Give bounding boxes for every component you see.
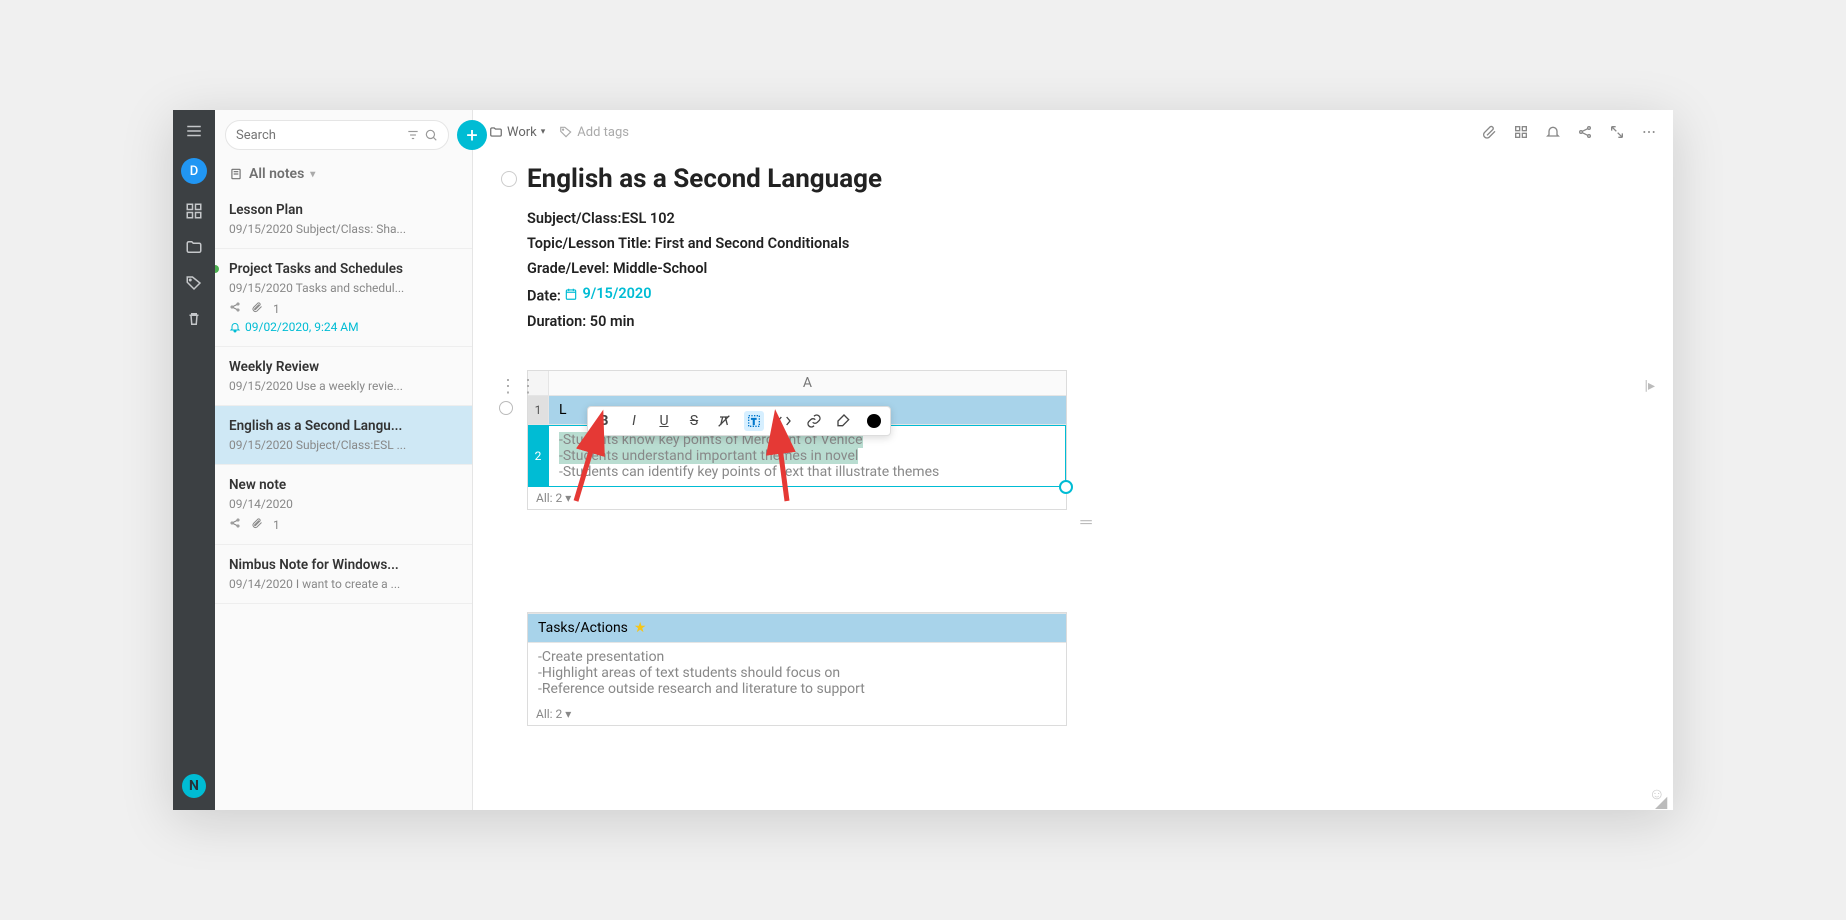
folder-icon[interactable] bbox=[185, 238, 203, 256]
share-icon bbox=[229, 301, 241, 316]
table-cell[interactable]: Tasks/Actions ★ bbox=[528, 614, 1066, 642]
textcolor-button[interactable]: T bbox=[744, 411, 764, 431]
notes-list[interactable]: Lesson Plan 09/15/2020 Subject/Class: Sh… bbox=[215, 190, 472, 810]
tag-icon bbox=[559, 125, 573, 139]
attach-count: 1 bbox=[273, 518, 280, 532]
emoji-icon[interactable]: ☺ bbox=[1649, 784, 1665, 804]
search-icon[interactable] bbox=[424, 128, 438, 142]
app-logo[interactable]: N bbox=[182, 774, 206, 798]
bold-button[interactable]: B bbox=[594, 411, 614, 431]
code-button[interactable] bbox=[774, 411, 794, 431]
note-subtitle: 09/15/2020 Tasks and schedul... bbox=[229, 281, 458, 295]
note-subtitle: 09/15/2020 Use a weekly revie... bbox=[229, 379, 458, 393]
selection-handle[interactable] bbox=[1059, 480, 1073, 494]
notes-panel: + All notes ▾ Lesson Plan 09/15/2020 Sub… bbox=[215, 110, 473, 810]
hamburger-icon[interactable] bbox=[185, 122, 203, 140]
note-item[interactable]: Nimbus Note for Windows... 09/14/2020 I … bbox=[215, 545, 472, 604]
date-link[interactable]: 9/15/2020 bbox=[564, 285, 651, 302]
add-tags[interactable]: Add tags bbox=[559, 125, 629, 140]
share-icon bbox=[229, 517, 241, 532]
highlight-button[interactable] bbox=[834, 411, 854, 431]
note-title: English as a Second Langu... bbox=[229, 418, 458, 434]
attach-icon[interactable] bbox=[1481, 124, 1497, 140]
all-notes-dropdown[interactable]: All notes ▾ bbox=[215, 156, 472, 190]
color-dot[interactable] bbox=[864, 411, 884, 431]
clear-format-button[interactable] bbox=[714, 411, 734, 431]
attach-icon bbox=[251, 517, 263, 532]
search-field[interactable] bbox=[236, 128, 402, 143]
link-button[interactable] bbox=[804, 411, 824, 431]
todo-circle[interactable] bbox=[501, 171, 517, 187]
note-item[interactable]: New note 09/14/2020 1 bbox=[215, 465, 472, 545]
apps-icon[interactable] bbox=[1513, 124, 1529, 140]
table-block-2: Tasks/Actions ★ -Create presentation -Hi… bbox=[527, 612, 1645, 726]
tag-icon[interactable] bbox=[185, 274, 203, 292]
page-title[interactable]: English as a Second Language bbox=[527, 164, 882, 194]
breadcrumb-folder: Work bbox=[507, 125, 537, 140]
bell-icon[interactable] bbox=[1545, 124, 1561, 140]
expand-icon[interactable] bbox=[1609, 124, 1625, 140]
status-dot bbox=[215, 265, 219, 273]
editor-topbar: Work ▾ Add tags bbox=[473, 110, 1673, 154]
grid-icon[interactable] bbox=[185, 202, 203, 220]
avatar[interactable]: D bbox=[181, 158, 207, 184]
note-item[interactable]: English as a Second Langu... 09/15/2020 … bbox=[215, 406, 472, 465]
table-cell[interactable]: -Create presentation -Highlight areas of… bbox=[528, 643, 1066, 703]
note-subtitle: 09/14/2020 I want to create a ... bbox=[229, 577, 458, 591]
editor-body[interactable]: English as a Second Language Subject/Cla… bbox=[473, 154, 1673, 810]
underline-button[interactable]: U bbox=[654, 411, 674, 431]
breadcrumb[interactable]: Work ▾ bbox=[489, 125, 545, 140]
table-block-1: ⋮⋮ |▸ A 1L 2 -Students know key points o… bbox=[527, 370, 1645, 532]
all-notes-label: All notes bbox=[249, 166, 304, 182]
more-icon[interactable] bbox=[1641, 124, 1657, 140]
note-subtitle: 09/15/2020 Subject/Class: Sha... bbox=[229, 222, 458, 236]
filter-icon[interactable] bbox=[406, 128, 420, 142]
trash-icon[interactable] bbox=[185, 310, 203, 328]
column-add-handle[interactable]: |▸ bbox=[1645, 378, 1655, 394]
attach-count: 1 bbox=[273, 302, 280, 316]
italic-button[interactable]: I bbox=[624, 411, 644, 431]
note-item[interactable]: Lesson Plan 09/15/2020 Subject/Class: Sh… bbox=[215, 190, 472, 249]
note-subtitle: 09/15/2020 Subject/Class:ESL ... bbox=[229, 438, 458, 452]
format-toolbar: B I U S T bbox=[587, 406, 891, 436]
left-rail: D N bbox=[173, 110, 215, 810]
svg-text:T: T bbox=[751, 417, 756, 426]
note-title: Project Tasks and Schedules bbox=[229, 261, 458, 277]
note-title: Nimbus Note for Windows... bbox=[229, 557, 458, 573]
editor: Work ▾ Add tags English as a Second Lang… bbox=[473, 110, 1673, 810]
note-title: Lesson Plan bbox=[229, 202, 458, 218]
row-num[interactable]: 2 bbox=[528, 425, 548, 487]
note-title: Weekly Review bbox=[229, 359, 458, 375]
doc-meta: Subject/Class:ESL 102 Topic/Lesson Title… bbox=[527, 210, 1645, 330]
star-icon: ★ bbox=[634, 620, 647, 636]
share-icon[interactable] bbox=[1577, 124, 1593, 140]
folder-icon bbox=[489, 125, 503, 139]
note-title: New note bbox=[229, 477, 458, 493]
note-subtitle: 09/14/2020 bbox=[229, 497, 458, 511]
row-count[interactable]: All: 2 ▾ bbox=[528, 703, 1066, 725]
block-handle[interactable]: ⋮⋮ bbox=[499, 376, 539, 415]
note-item[interactable]: Weekly Review 09/15/2020 Use a weekly re… bbox=[215, 347, 472, 406]
attach-icon bbox=[251, 301, 263, 316]
note-reminder: 09/02/2020, 9:24 AM bbox=[229, 320, 458, 334]
col-header[interactable]: A bbox=[548, 371, 1066, 395]
strike-button[interactable]: S bbox=[684, 411, 704, 431]
note-item[interactable]: Project Tasks and Schedules 09/15/2020 T… bbox=[215, 249, 472, 347]
row-add-handle[interactable]: ═ bbox=[527, 512, 1645, 532]
search-input[interactable] bbox=[225, 120, 449, 150]
row-count[interactable]: All: 2 ▾ bbox=[528, 487, 1066, 509]
calendar-icon bbox=[564, 287, 578, 301]
app-window: D N + All notes ▾ Lesson Plan 09/15/2020… bbox=[173, 110, 1673, 810]
